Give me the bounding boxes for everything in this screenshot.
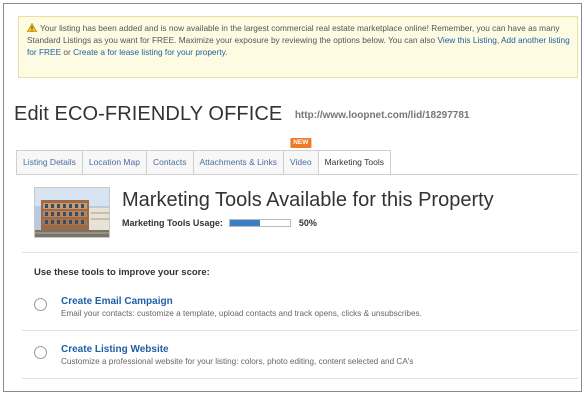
- tab-label: Contacts: [152, 157, 187, 167]
- new-badge: NEW: [290, 138, 312, 148]
- usage-progress-bar: [229, 219, 292, 227]
- listing-website-radio[interactable]: [34, 346, 47, 359]
- tab-marketing-tools[interactable]: Marketing Tools: [317, 150, 391, 175]
- email-campaign-radio[interactable]: [34, 298, 47, 311]
- tool-divider: [22, 330, 578, 331]
- banner-end: .: [225, 47, 228, 57]
- tool-divider: [22, 378, 578, 379]
- tab-location-map[interactable]: Location Map: [81, 150, 146, 174]
- usage-percent: 50%: [298, 218, 317, 228]
- section-divider: [22, 252, 578, 253]
- create-lease-listing-link[interactable]: Create a for lease listing for your prop…: [73, 47, 225, 57]
- marketing-usage: Marketing Tools Usage: 50%: [122, 218, 317, 228]
- tab-label: Location Map: [88, 157, 140, 167]
- property-thumbnail: [34, 187, 110, 238]
- tools-heading: Use these tools to improve your score:: [34, 267, 210, 278]
- tool-description: Customize a professional website for you…: [61, 357, 414, 366]
- tab-underline: [16, 174, 578, 175]
- tab-label: Marketing Tools: [324, 157, 384, 167]
- page-frame: Your listing has been added and is now a…: [3, 3, 582, 392]
- create-email-campaign-link[interactable]: Create Email Campaign: [61, 296, 173, 307]
- tab-contacts[interactable]: Contacts: [145, 150, 193, 174]
- page-header: Edit ECO-FRIENDLY OFFICE http://www.loop…: [14, 103, 470, 126]
- tab-label: Listing Details: [23, 157, 76, 167]
- view-listing-link[interactable]: View this Listing: [437, 35, 496, 45]
- tab-label: Video: [290, 157, 312, 167]
- warning-icon: [27, 23, 37, 32]
- tool-description: Email your contacts: customize a templat…: [61, 309, 422, 318]
- tab-video[interactable]: NEW Video: [283, 138, 318, 174]
- tab-bar: Listing Details Location Map Contacts At…: [16, 138, 391, 175]
- page-title: Edit ECO-FRIENDLY OFFICE: [14, 103, 283, 125]
- tab-attachments-links[interactable]: Attachments & Links: [192, 150, 283, 174]
- banner-separator: or: [61, 47, 74, 57]
- marketing-tools-title: Marketing Tools Available for this Prope…: [122, 189, 494, 211]
- listing-url[interactable]: http://www.loopnet.com/lid/18297781: [295, 110, 470, 121]
- usage-label: Marketing Tools Usage:: [122, 218, 223, 228]
- tab-label: Attachments & Links: [199, 157, 277, 167]
- create-listing-website-link[interactable]: Create Listing Website: [61, 344, 169, 355]
- usage-progress-fill: [230, 220, 261, 226]
- tab-listing-details[interactable]: Listing Details: [16, 150, 82, 174]
- success-banner: Your listing has been added and is now a…: [18, 16, 578, 78]
